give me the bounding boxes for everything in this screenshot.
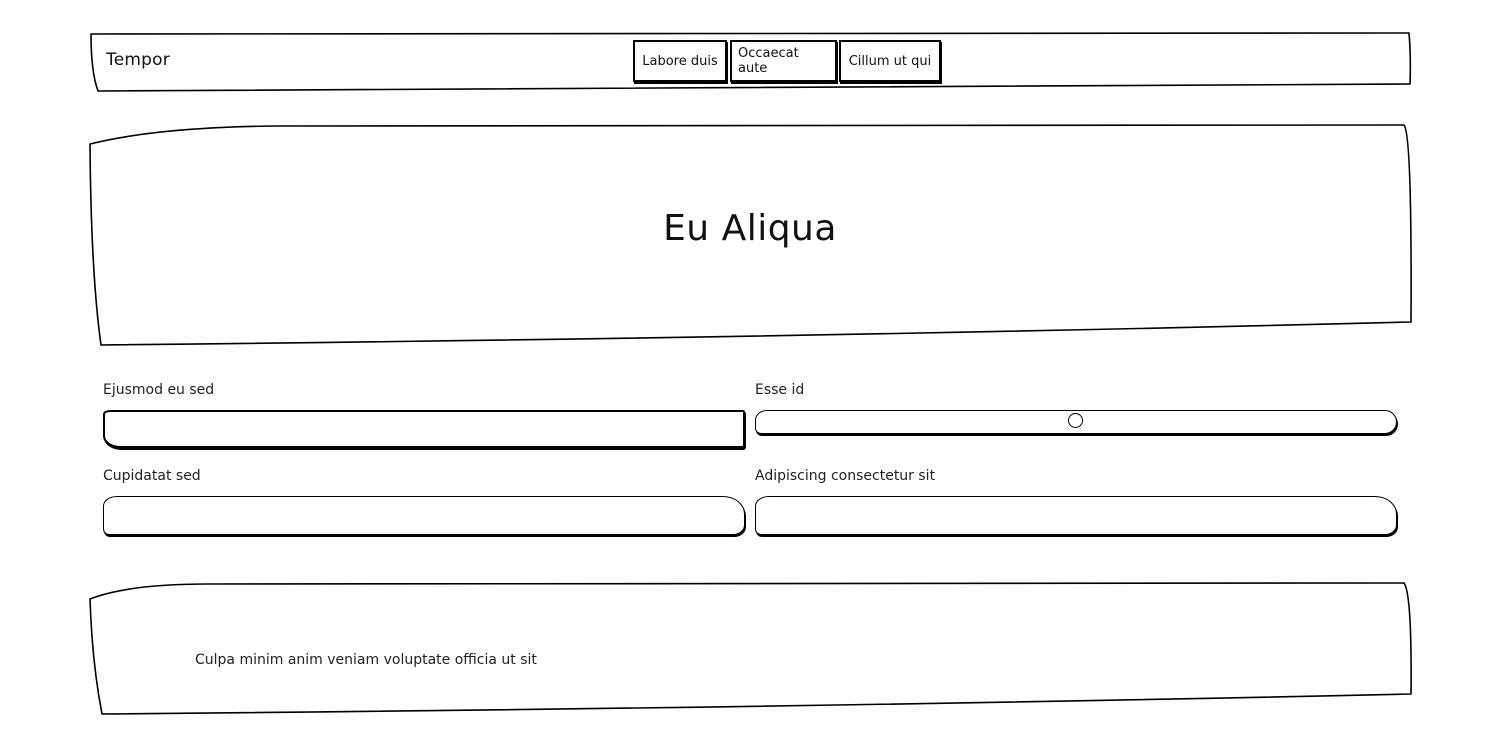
footer-section: Culpa minim anim veniam voluptate offici… xyxy=(88,582,1412,716)
slider-track[interactable] xyxy=(755,410,1397,434)
text-input-adipiscing[interactable] xyxy=(756,497,1396,534)
nav-button-cillum-ut-qui[interactable]: Cillum ut qui xyxy=(839,40,941,82)
text-field-adipiscing[interactable] xyxy=(755,496,1397,535)
hero-section: Eu Aliqua xyxy=(88,124,1412,348)
brand-logo-text[interactable]: Tempor xyxy=(106,50,170,70)
text-field-cupidatat[interactable] xyxy=(103,496,745,535)
field-label-adipiscing: Adipiscing consectetur sit xyxy=(755,468,936,484)
slider-label-esse-id: Esse id xyxy=(755,382,805,398)
text-input-cupidatat[interactable] xyxy=(104,497,744,534)
text-field-ejusmod[interactable] xyxy=(103,410,745,448)
field-label-ejusmod: Ejusmod eu sed xyxy=(103,382,215,398)
nav-button-label: Occaecat aute xyxy=(738,46,799,76)
slider-thumb[interactable] xyxy=(1068,413,1083,428)
navbar: Tempor Labore duis Occaecat aute Cillum … xyxy=(88,32,1412,92)
field-label-cupidatat: Cupidatat sed xyxy=(103,468,201,484)
footer-border xyxy=(89,582,1412,715)
nav-button-label: Cillum ut qui xyxy=(848,53,932,69)
nav-button-labore-duis[interactable]: Labore duis xyxy=(633,40,727,82)
nav-button-occaecat-aute[interactable]: Occaecat aute xyxy=(730,40,837,82)
hero-title: Eu Aliqua xyxy=(663,208,837,249)
footer-text: Culpa minim anim veniam voluptate offici… xyxy=(195,652,537,668)
text-input-ejusmod[interactable] xyxy=(105,412,743,446)
nav-button-label: Labore duis xyxy=(642,53,718,69)
